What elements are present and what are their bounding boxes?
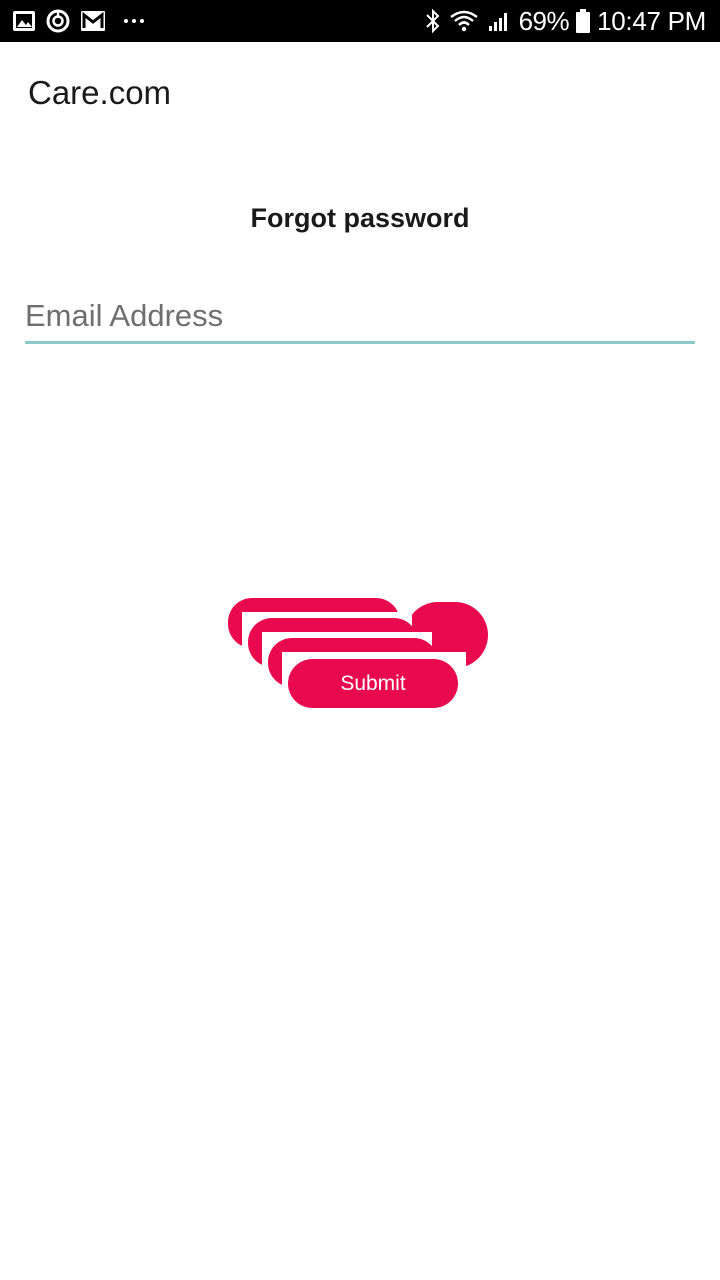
- wifi-icon: [449, 9, 479, 33]
- page-title: Forgot password: [250, 203, 470, 233]
- image-icon: [12, 9, 36, 33]
- signal-icon: [487, 9, 511, 33]
- status-bar: 69% 10:47 PM: [0, 0, 720, 42]
- status-bar-right: 69% 10:47 PM: [425, 0, 706, 42]
- battery-percent: 69%: [518, 5, 570, 36]
- status-bar-left: [12, 0, 148, 42]
- gmail-icon: [80, 9, 106, 33]
- bluetooth-icon: [425, 8, 441, 34]
- screen: 69% 10:47 PM Care.com Forgot password Su…: [0, 0, 720, 1280]
- app-title: Care.com: [28, 74, 172, 111]
- battery-icon: [575, 8, 591, 34]
- email-field[interactable]: [25, 292, 695, 344]
- clock: 10:47 PM: [597, 5, 706, 36]
- email-input[interactable]: [25, 292, 695, 340]
- more-notifications-icon: [124, 19, 148, 23]
- submit-button[interactable]: Submit: [288, 659, 458, 708]
- sync-icon: [46, 9, 70, 33]
